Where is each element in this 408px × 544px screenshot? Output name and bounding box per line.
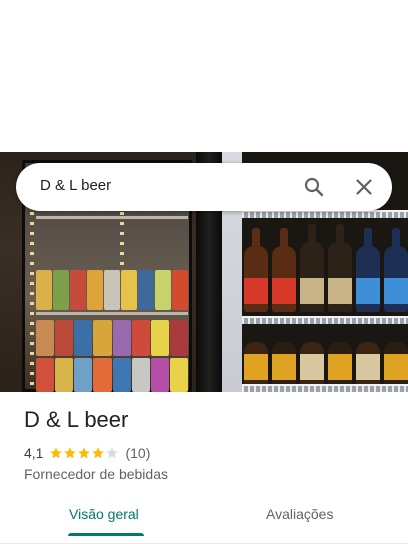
star-full-icon (92, 447, 105, 459)
search-input[interactable]: D & L beer (40, 177, 111, 194)
star-full-icon (64, 447, 77, 459)
search-bar[interactable]: D & L beer (16, 163, 392, 211)
tab-bar: Visão geral Avaliações (0, 496, 408, 544)
star-full-icon (50, 447, 63, 459)
review-count[interactable]: (10) (125, 445, 150, 461)
tab-overview[interactable]: Visão geral (69, 506, 139, 522)
close-icon[interactable] (352, 175, 376, 199)
tab-reviews[interactable]: Avaliações (266, 506, 333, 522)
rating-row[interactable]: 4,1 (10) (24, 445, 150, 461)
star-full-icon (78, 447, 91, 459)
rating-value: 4,1 (24, 445, 44, 461)
star-empty-icon (106, 447, 119, 459)
rating-stars (49, 446, 119, 460)
active-tab-indicator (68, 533, 144, 536)
map-blank-area (0, 0, 408, 152)
place-title: D & L beer (24, 407, 129, 432)
search-icon[interactable] (302, 175, 326, 199)
place-category[interactable]: Fornecedor de bebidas (24, 466, 168, 482)
